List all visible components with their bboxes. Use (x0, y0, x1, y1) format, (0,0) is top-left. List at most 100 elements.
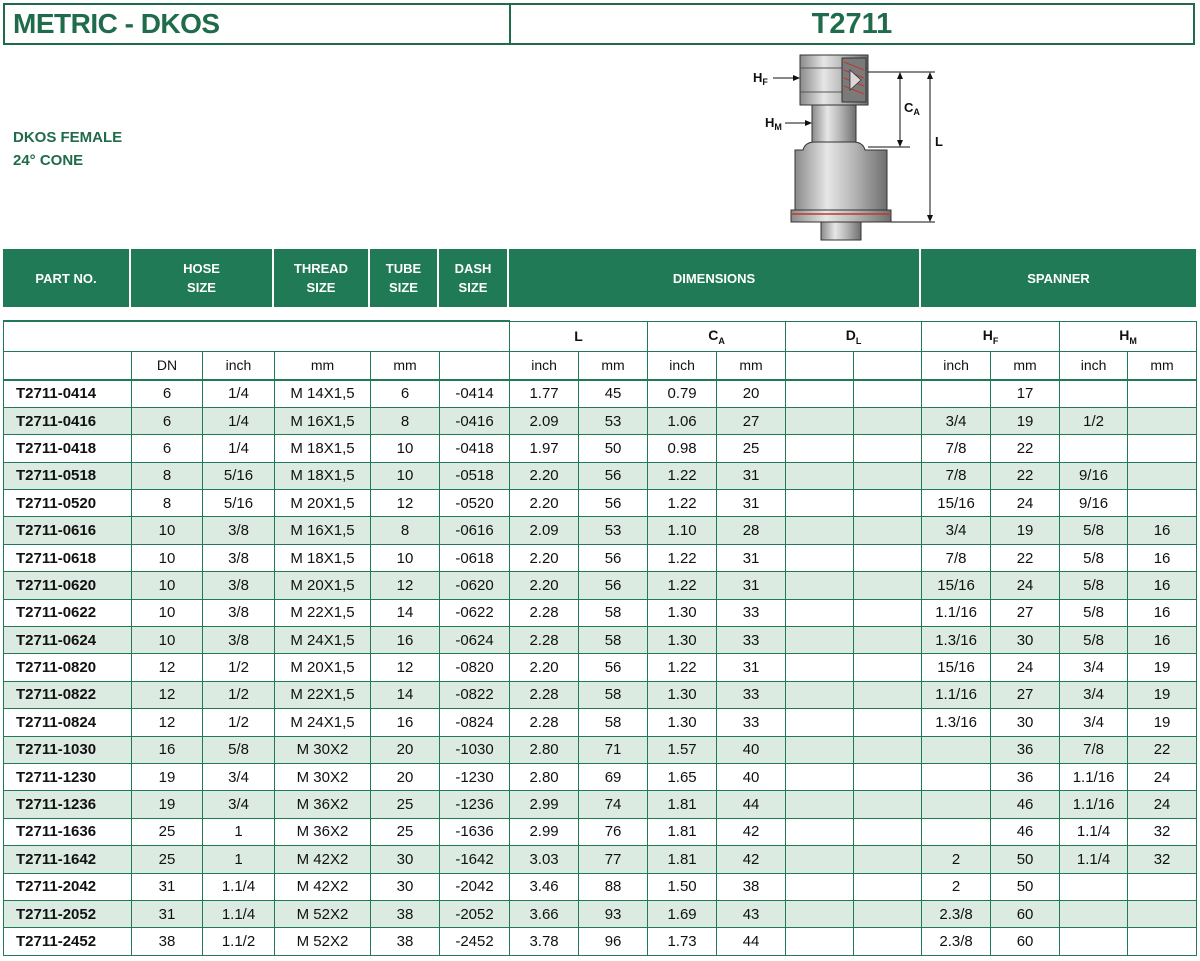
table-cell: 3.66 (509, 899, 580, 929)
table-cell: 3/4 (1059, 708, 1129, 737)
table-cell: -2452 (438, 927, 511, 956)
table-cell (785, 379, 855, 408)
table-cell: 22 (990, 461, 1061, 491)
table-cell: 10 (131, 543, 203, 573)
series-title: METRIC - DKOS (5, 5, 511, 43)
table-row: T2711-0622 10 3/8 M 22X1,5 14 -0622 2.28 58 1.30… (3, 598, 1198, 628)
table-cell: 24 (990, 653, 1061, 682)
table-cell (785, 899, 855, 929)
l-label: L (935, 134, 943, 149)
table-cell (785, 626, 855, 655)
table-cell: 1.77 (509, 379, 580, 408)
part-number-cell: T2711-0618 (3, 543, 132, 573)
table-cell (1127, 379, 1198, 408)
table-cell: 1.22 (647, 543, 718, 573)
table-cell (785, 708, 855, 737)
table-cell: 2.28 (509, 680, 580, 710)
table-cell: 25 (370, 817, 440, 847)
table-cell: 1.81 (647, 790, 718, 819)
unit-cell: inch (202, 350, 275, 381)
header-thread-size: THREAD SIZE (274, 249, 370, 307)
table-cell (785, 406, 855, 436)
table-cell: 1.1/16 (921, 598, 992, 628)
table-cell: 3/4 (202, 762, 275, 792)
table-row: T2711-2452 38 1.1/2 M 52X2 38 -2452 3.78 96 1.73… (3, 927, 1198, 956)
table-cell: M 36X2 (274, 817, 371, 847)
part-number-cell: T2711-0520 (3, 489, 132, 518)
table-cell: 2.3/8 (921, 899, 992, 929)
table-cell: -0520 (438, 489, 511, 518)
table-cell: 38 (131, 927, 203, 956)
part-number-cell: T2711-1030 (3, 735, 132, 764)
subheader-dl: DL (785, 320, 923, 352)
table-cell: 16 (1127, 626, 1198, 655)
table-cell: 2.20 (509, 571, 580, 600)
table-cell: 1.97 (509, 434, 580, 463)
table-cell: 1.1/4 (1059, 817, 1129, 847)
unit-cell: mm (716, 350, 787, 381)
table-cell: 14 (370, 680, 440, 710)
table-cell: 0.79 (647, 379, 718, 408)
table-cell: 16 (131, 735, 203, 764)
part-number-cell: T2711-0824 (3, 708, 132, 737)
table-cell: 1.1/4 (202, 872, 275, 901)
part-number-cell: T2711-2052 (3, 899, 132, 929)
part-number-cell: T2711-2042 (3, 872, 132, 901)
table-cell: 45 (578, 379, 649, 408)
table-cell: 24 (1127, 762, 1198, 792)
table-cell: -1230 (438, 762, 511, 792)
table-cell: 36 (990, 762, 1061, 792)
table-cell: M 30X2 (274, 762, 371, 792)
unit-cell: inch (1059, 350, 1129, 381)
table-cell: 8 (370, 406, 440, 436)
table-cell: -0518 (438, 461, 511, 491)
table-cell: -0418 (438, 434, 511, 463)
table-cell: 1.69 (647, 899, 718, 929)
table-cell: M 18X1,5 (274, 461, 371, 491)
table-cell (785, 927, 855, 956)
table-cell: 2 (921, 845, 992, 874)
table-cell: 20 (716, 379, 787, 408)
table-cell: 7/8 (921, 543, 992, 573)
part-number-cell: T2711-0416 (3, 406, 132, 436)
table-cell: M 22X1,5 (274, 598, 371, 628)
table-cell: 12 (131, 680, 203, 710)
table-cell: 1.22 (647, 489, 718, 518)
table-cell: -2052 (438, 899, 511, 929)
table-cell: 10 (131, 516, 203, 545)
table-cell (1059, 379, 1129, 408)
table-header-band: PART NO. HOSE SIZE THREAD SIZE TUBE SIZE DA… (3, 249, 1196, 307)
subheader-ca: CA (647, 320, 787, 352)
table-cell: 58 (578, 626, 649, 655)
table-cell: 16 (370, 708, 440, 737)
table-cell: 1/4 (202, 406, 275, 436)
table-cell: 2.20 (509, 489, 580, 518)
table-cell: 33 (716, 680, 787, 710)
table-cell: 31 (716, 571, 787, 600)
table-cell: 2.99 (509, 790, 580, 819)
table-cell: 8 (370, 516, 440, 545)
table-cell: -0414 (438, 379, 511, 408)
table-cell: 1.81 (647, 845, 718, 874)
table-cell: 1.65 (647, 762, 718, 792)
table-cell: 2.20 (509, 653, 580, 682)
part-number-cell: T2711-0622 (3, 598, 132, 628)
table-cell: 16 (1127, 516, 1198, 545)
table-cell: 9/16 (1059, 489, 1129, 518)
table-cell (785, 489, 855, 518)
table-cell: 58 (578, 680, 649, 710)
table-cell (1127, 461, 1198, 491)
table-cell: 3/8 (202, 626, 275, 655)
table-cell (853, 872, 923, 901)
unit-cell (438, 350, 511, 381)
table-row: T2711-1642 25 1 M 42X2 30 -1642 3.03 77 1.81 42 2 5… (3, 845, 1198, 874)
table-cell: -0822 (438, 680, 511, 710)
table-cell: 5/8 (1059, 571, 1129, 600)
table-cell: 31 (131, 872, 203, 901)
table-cell (853, 817, 923, 847)
fitting-type: DKOS FEMALE (13, 129, 123, 146)
fitting-description: DKOS FEMALE 24° CONE (13, 126, 122, 172)
table-cell: 69 (578, 762, 649, 792)
table-cell: 17 (990, 379, 1061, 408)
table-cell: 38 (370, 927, 440, 956)
